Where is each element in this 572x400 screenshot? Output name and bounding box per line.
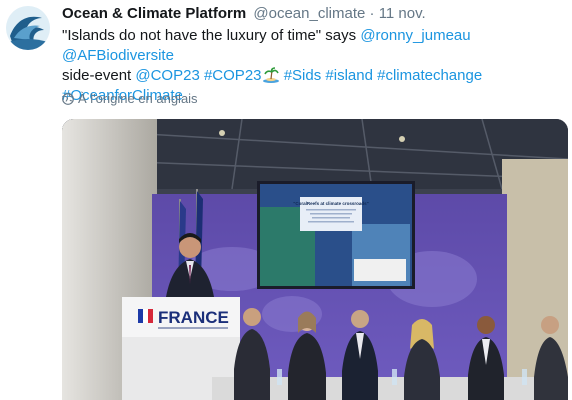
tweet-mid-text: side-event (62, 67, 136, 84)
hashtag-climatechange[interactable]: #climatechange (377, 67, 482, 84)
hashtag-sids[interactable]: #Sids (284, 67, 322, 84)
mention-afbiodiversite[interactable]: @AFBiodiversite (62, 47, 174, 64)
hashtag-cop23[interactable]: #COP23 (204, 67, 262, 84)
screen-logos (354, 259, 406, 281)
separator-dot: · (369, 5, 375, 22)
tweet: Ocean & Climate Platform @ocean_climate … (0, 0, 572, 400)
podium-flag-blue (138, 309, 143, 323)
translate-link[interactable]: À l'origine en anglais (62, 91, 198, 106)
tweet-quote: "Islands do not have the luxury of time"… (62, 27, 361, 44)
mention-ronny-jumeau[interactable]: @ronny_jumeau (360, 27, 470, 44)
avatar[interactable] (6, 6, 50, 50)
tweet-header: Ocean & Climate Platform @ocean_climate … (62, 5, 426, 22)
globe-icon (62, 93, 74, 105)
podium-flag-red (148, 309, 153, 323)
island-emoji-icon (262, 67, 279, 83)
tweet-timestamp[interactable]: 11 nov. (379, 5, 426, 22)
conference-photo: "CoralReefs at climate crossroads" FRANC (62, 119, 568, 400)
screen-title-text: "CoralReefs at climate crossroads" (293, 201, 369, 206)
podium-text: FRANCE (158, 308, 229, 327)
translate-label: À l'origine en anglais (78, 91, 198, 106)
tweet-photo[interactable]: "CoralReefs at climate crossroads" FRANC (62, 119, 568, 400)
author-name[interactable]: Ocean & Climate Platform (62, 5, 246, 22)
author-handle[interactable]: @ocean_climate (253, 5, 365, 22)
mention-cop23[interactable]: @COP23 (135, 67, 199, 84)
hashtag-island[interactable]: #island (325, 67, 373, 84)
